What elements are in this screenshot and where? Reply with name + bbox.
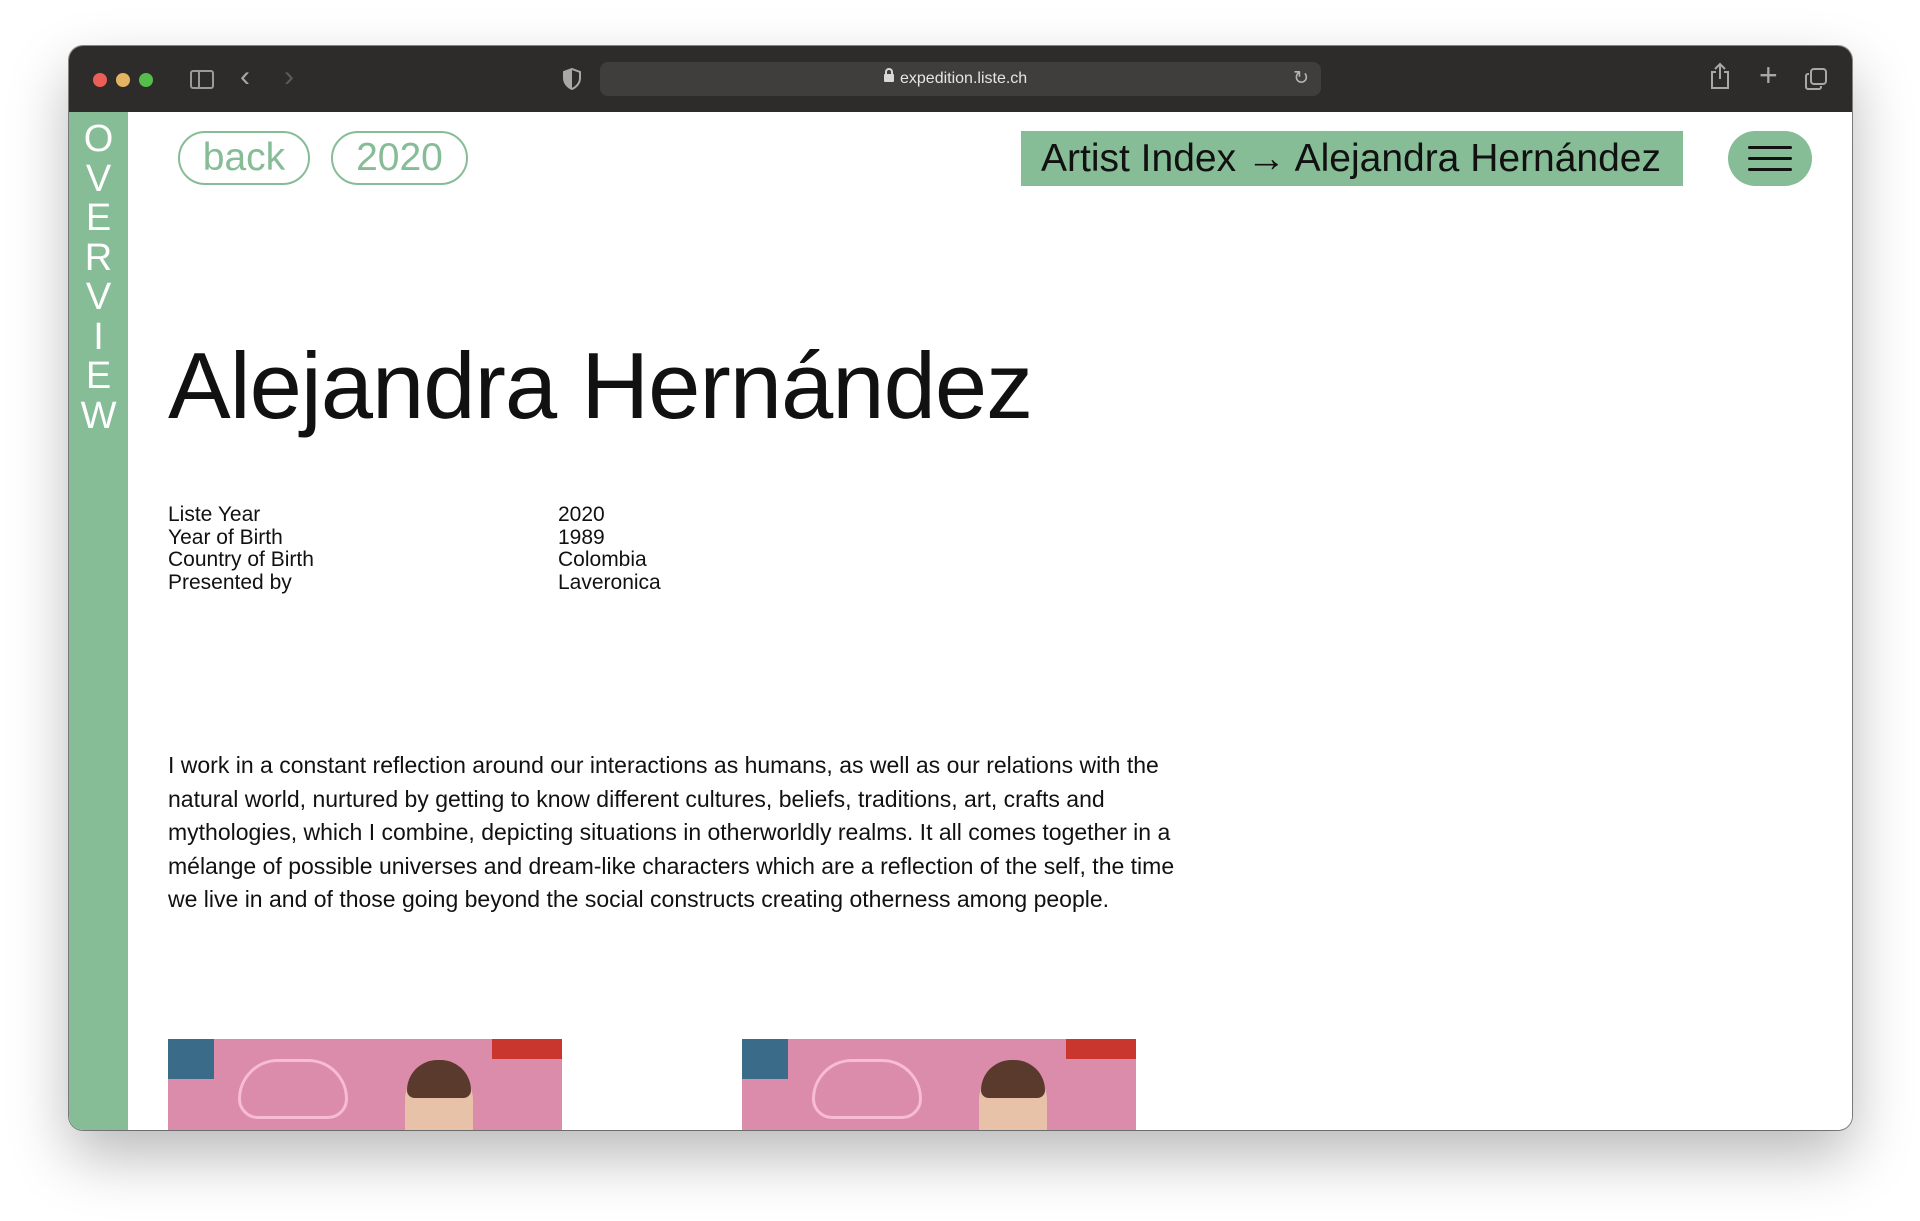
page-content: OVERVIEW back 2020 Artist Index → Alejan… [69, 112, 1852, 1130]
info-value: Colombia [558, 548, 647, 571]
new-tab-icon[interactable]: + [1759, 58, 1778, 92]
overview-sidebar[interactable]: OVERVIEW [69, 112, 128, 1130]
info-label: Presented by [168, 570, 292, 594]
info-value: 1989 [558, 525, 605, 549]
overview-letter: E [85, 355, 112, 397]
info-row: Country of Birth Colombia [168, 548, 661, 572]
overview-label: OVERVIEW [69, 118, 128, 437]
artwork-image[interactable] [742, 1039, 1136, 1130]
info-row: Presented by Laveronica [168, 570, 661, 595]
browser-window: ‹ › expedition.liste.ch ↻ + OVERVIEW bac… [69, 46, 1852, 1130]
reload-icon[interactable]: ↻ [1293, 67, 1309, 90]
overview-letter: V [85, 157, 112, 200]
overview-letter: O [83, 118, 114, 160]
privacy-shield-icon[interactable] [562, 68, 582, 90]
info-label: Country of Birth [168, 548, 314, 571]
tab-overview-icon[interactable] [1805, 68, 1827, 90]
overview-letter: V [85, 276, 112, 318]
artist-statement: I work in a constant reflection around o… [168, 752, 1175, 912]
back-arrow-icon[interactable]: ‹ [240, 62, 250, 92]
hamburger-icon [1748, 146, 1792, 149]
breadcrumb[interactable]: Artist Index → Alejandra Hernández [1021, 131, 1683, 186]
zoom-window-button[interactable] [139, 73, 153, 87]
share-icon[interactable] [1709, 62, 1731, 90]
info-row: Liste Year 2020 [168, 503, 661, 527]
page-title: Alejandra Hernández [168, 333, 1033, 438]
hamburger-menu-button[interactable] [1728, 131, 1812, 186]
overview-letter: W [80, 394, 117, 437]
info-value: 2020 [558, 503, 605, 526]
sidebar-toggle-icon[interactable] [190, 70, 214, 89]
address-bar-url: expedition.liste.ch [900, 70, 1028, 87]
hamburger-icon [1748, 157, 1792, 160]
lock-icon [884, 68, 894, 82]
info-value: Laveronica [558, 570, 661, 594]
year-filter-button[interactable]: 2020 [331, 131, 468, 185]
back-button[interactable]: back [178, 131, 310, 185]
forward-arrow-icon[interactable]: › [284, 62, 294, 92]
overview-letter: E [85, 197, 112, 239]
browser-toolbar: ‹ › expedition.liste.ch ↻ + [69, 46, 1852, 112]
close-window-button[interactable] [93, 73, 107, 87]
info-label: Liste Year [168, 503, 261, 526]
address-bar[interactable]: expedition.liste.ch ↻ [600, 62, 1321, 96]
hamburger-icon [1748, 168, 1792, 171]
artwork-image[interactable] [168, 1039, 562, 1130]
overview-letter: I [93, 315, 104, 358]
info-row: Year of Birth 1989 [168, 525, 661, 550]
info-label: Year of Birth [168, 525, 283, 549]
artist-info-table: Liste Year 2020 Year of Birth 1989 Country o… [168, 503, 661, 595]
overview-letter: R [84, 236, 113, 279]
minimize-window-button[interactable] [116, 73, 130, 87]
